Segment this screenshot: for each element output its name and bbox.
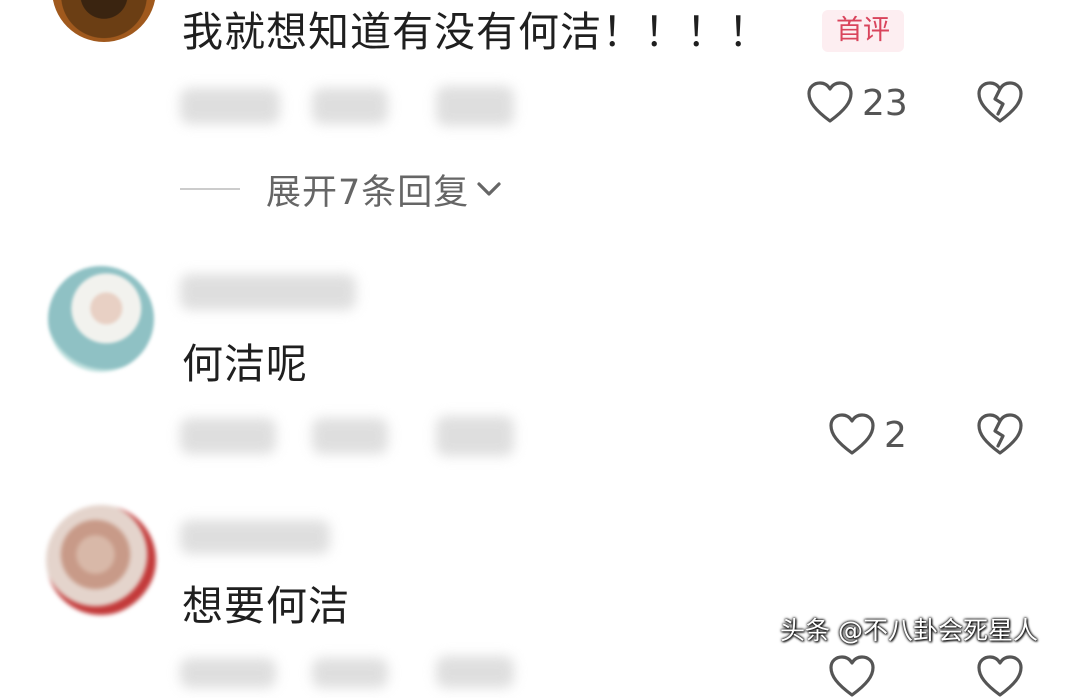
avatar[interactable] [52,0,156,42]
blurred-meta-time [180,418,276,454]
blurred-meta-time [180,88,280,124]
comment-2: 何洁呢 2 [0,240,1080,480]
expand-replies-button[interactable]: 展开7条回复 [180,166,503,213]
expand-replies-label: 展开7条回复 [266,172,470,213]
comment-1: 我就想知道有没有何洁！！！！ 首评 23 展开7条回复 [0,0,1080,230]
blurred-reply-button[interactable] [436,416,514,456]
blurred-meta-location [312,418,388,454]
chevron-down-icon [477,182,501,196]
like-heart-icon[interactable] [828,412,876,456]
dislike-heart-icon[interactable] [976,80,1024,124]
comment-text: 想要何洁 [182,582,350,630]
avatar[interactable] [48,266,154,372]
like-heart-icon[interactable] [828,654,876,698]
blurred-reply-button[interactable] [436,86,514,126]
blurred-meta-time [180,658,276,688]
like-count: 2 [884,415,907,456]
avatar[interactable] [46,505,156,615]
blurred-username[interactable] [180,274,356,310]
divider [180,188,240,190]
blurred-username[interactable] [180,520,330,554]
dislike-heart-icon[interactable] [976,654,1024,698]
comment-text: 何洁呢 [182,340,308,388]
like-heart-icon[interactable] [806,80,854,124]
watermark: 头条 @不八卦会死星人 [780,616,1038,645]
comment-text: 我就想知道有没有何洁！！！！ [182,8,770,56]
blurred-meta-location [312,88,388,124]
dislike-heart-icon[interactable] [976,412,1024,456]
blurred-reply-button[interactable] [436,656,514,688]
like-count: 23 [862,83,908,124]
first-comment-badge: 首评 [822,10,904,52]
blurred-meta-location [312,658,388,688]
